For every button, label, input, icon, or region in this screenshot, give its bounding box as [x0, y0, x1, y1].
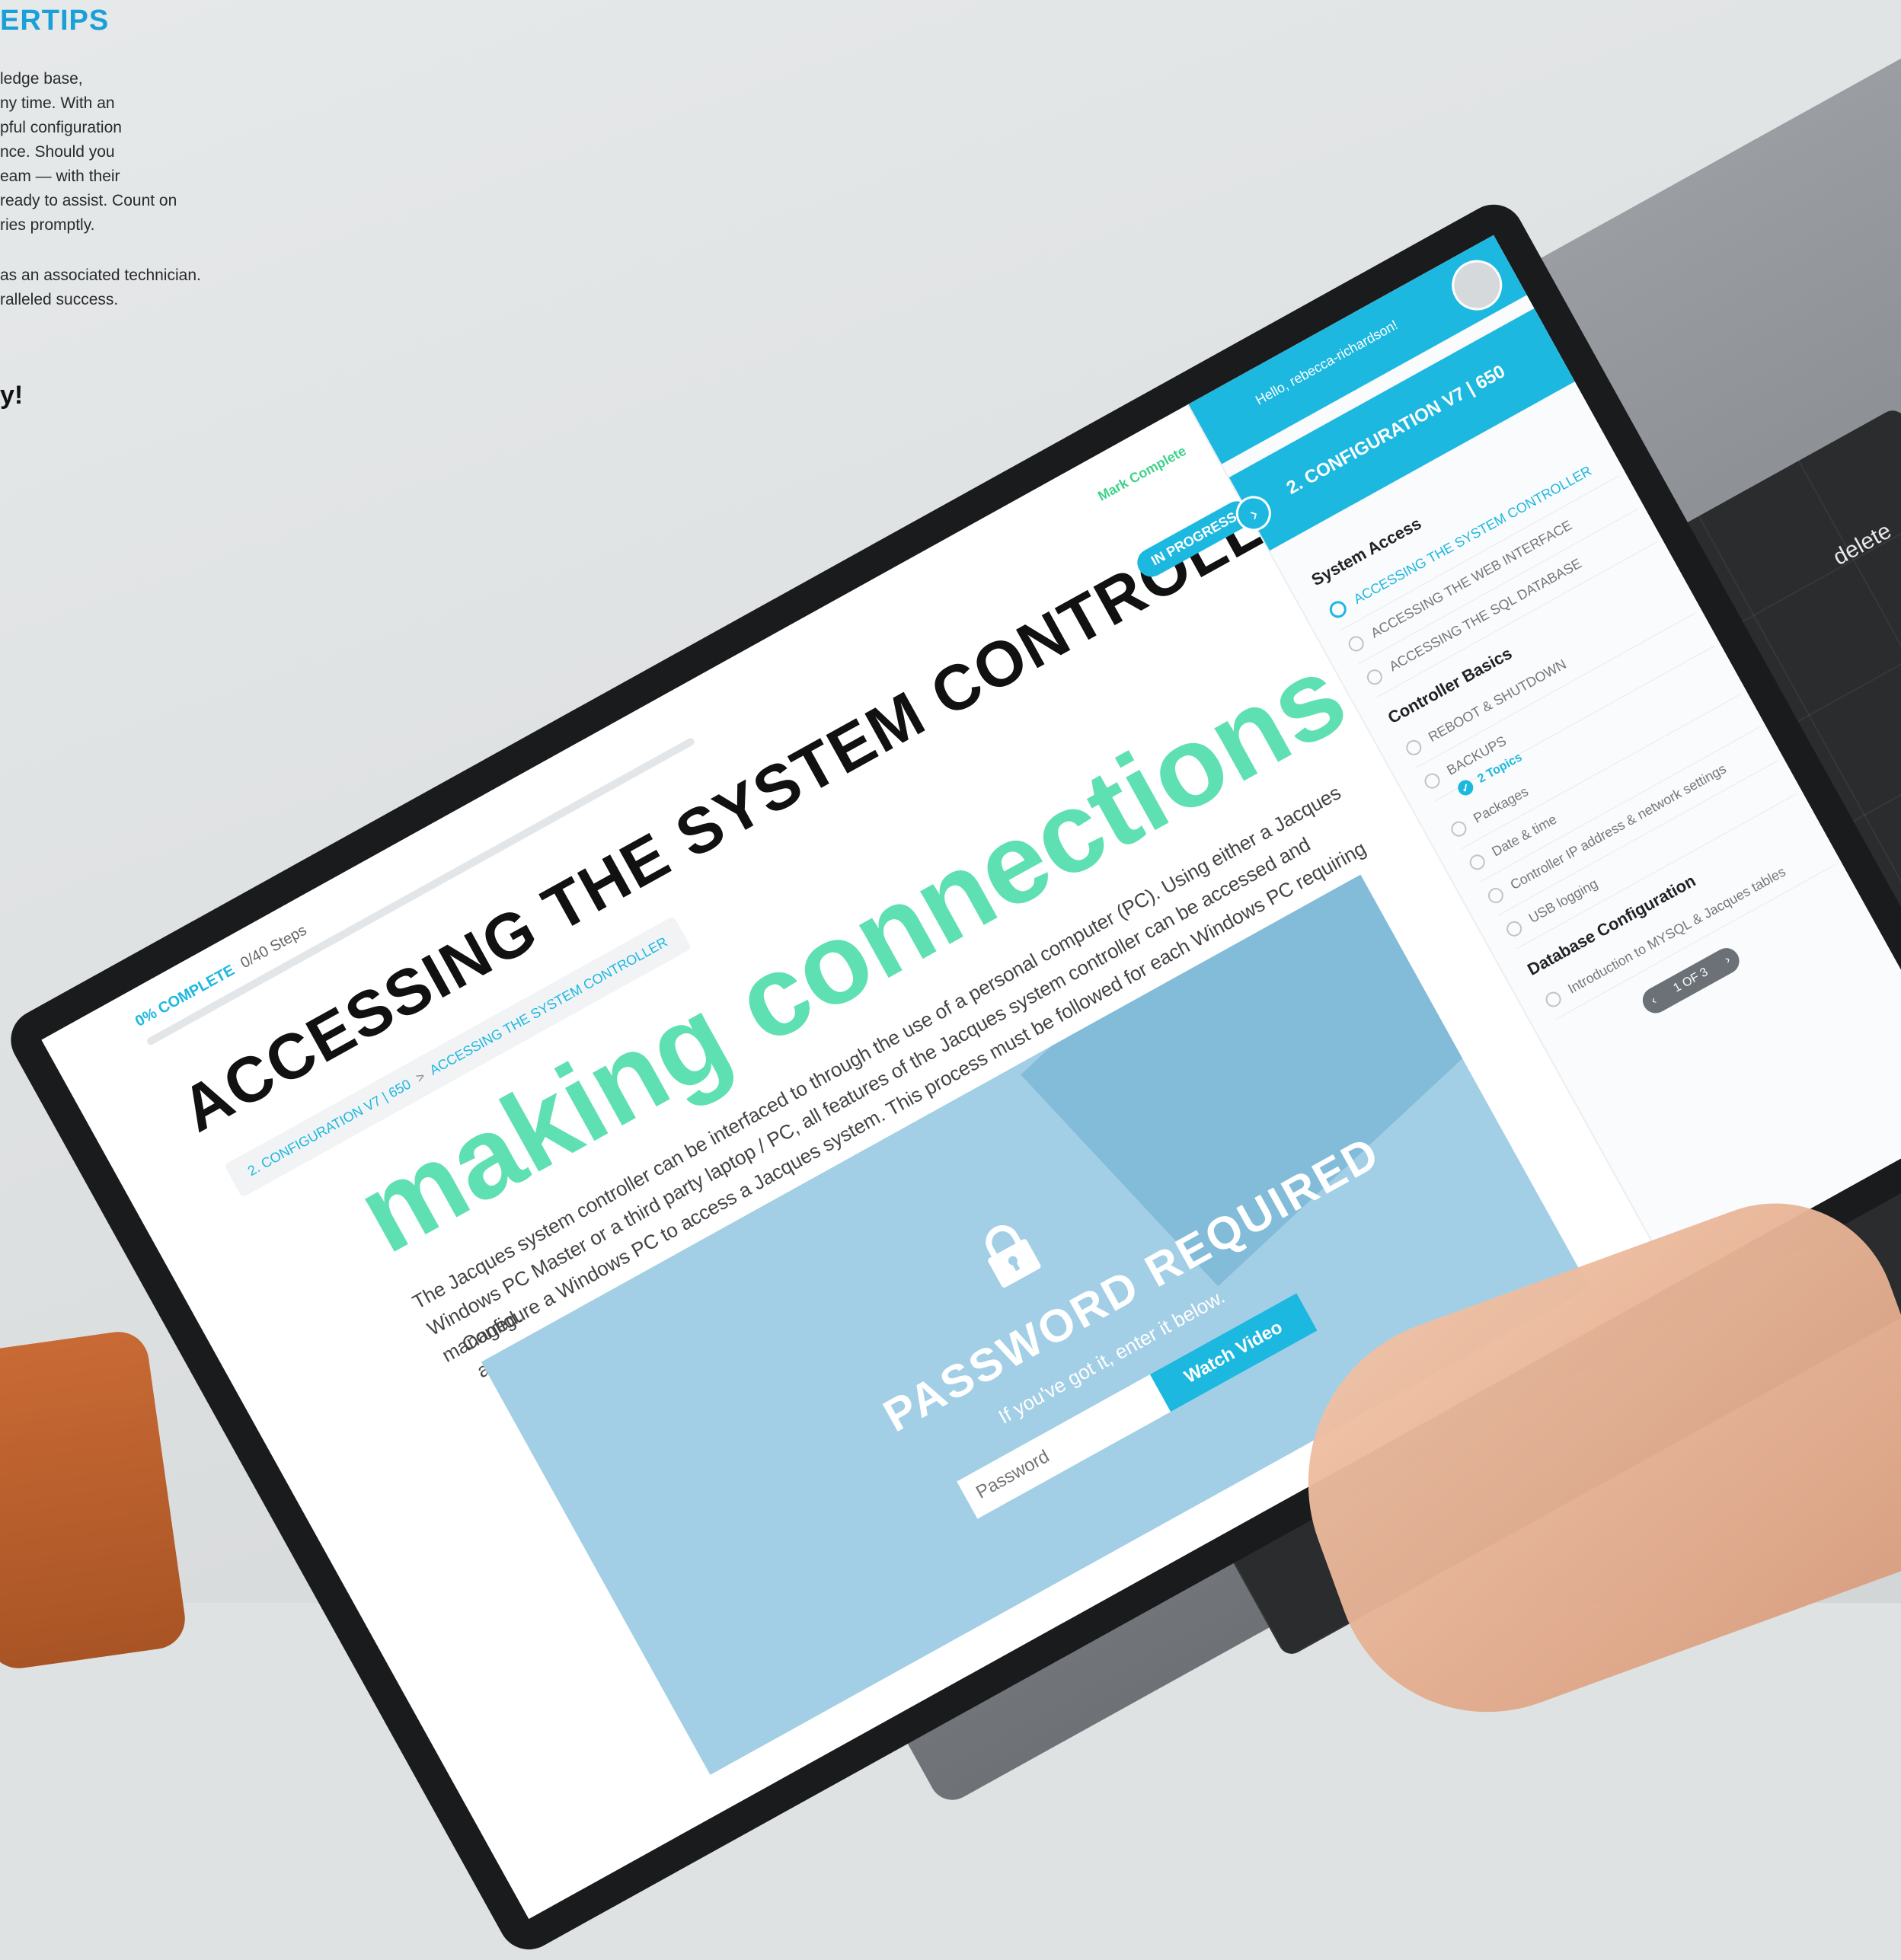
promo-line: ries promptly.	[0, 216, 95, 234]
avatar[interactable]	[1443, 251, 1512, 320]
breadcrumb-separator-icon: >	[413, 1068, 428, 1086]
progress-steps: 0/40 Steps	[238, 921, 310, 972]
promo-line: ralleled success.	[0, 291, 119, 308]
promo-line: ny time. With an	[0, 94, 115, 112]
lesson-status-icon	[1326, 598, 1350, 621]
promo-line: as an associated technician.	[0, 267, 201, 284]
lesson-status-icon	[1485, 885, 1506, 906]
promo-line: ready to assist. Count on	[0, 192, 177, 209]
promo-line: nce. Should you	[0, 143, 115, 161]
chevron-right-icon[interactable]: ›	[1723, 953, 1733, 967]
promo-title: ERTIPS	[0, 5, 110, 37]
promo-line: ledge base,	[0, 70, 83, 88]
promo-line: pful configuration	[0, 119, 122, 136]
lock-icon	[970, 1213, 1046, 1292]
lesson-status-icon	[1345, 633, 1367, 654]
lesson-status-icon	[1466, 851, 1488, 873]
lesson-status-icon	[1364, 666, 1385, 688]
lesson-status-icon	[1503, 918, 1525, 939]
lesson-status-icon	[1403, 736, 1424, 758]
key-delete[interactable]: delete	[1829, 519, 1896, 571]
lesson-status-icon	[1542, 988, 1564, 1010]
promo-cta: y!	[0, 381, 24, 410]
mark-complete-button[interactable]: Mark Complete	[1095, 443, 1189, 505]
promo-line: eam — with their	[0, 168, 120, 185]
lesson-status-icon	[1448, 818, 1469, 839]
lesson-status-icon	[1421, 770, 1443, 791]
chevron-left-icon[interactable]: ‹	[1649, 994, 1659, 1007]
progress-bar-fill	[145, 1039, 150, 1046]
pager-label: 1 OF 3	[1671, 966, 1711, 995]
